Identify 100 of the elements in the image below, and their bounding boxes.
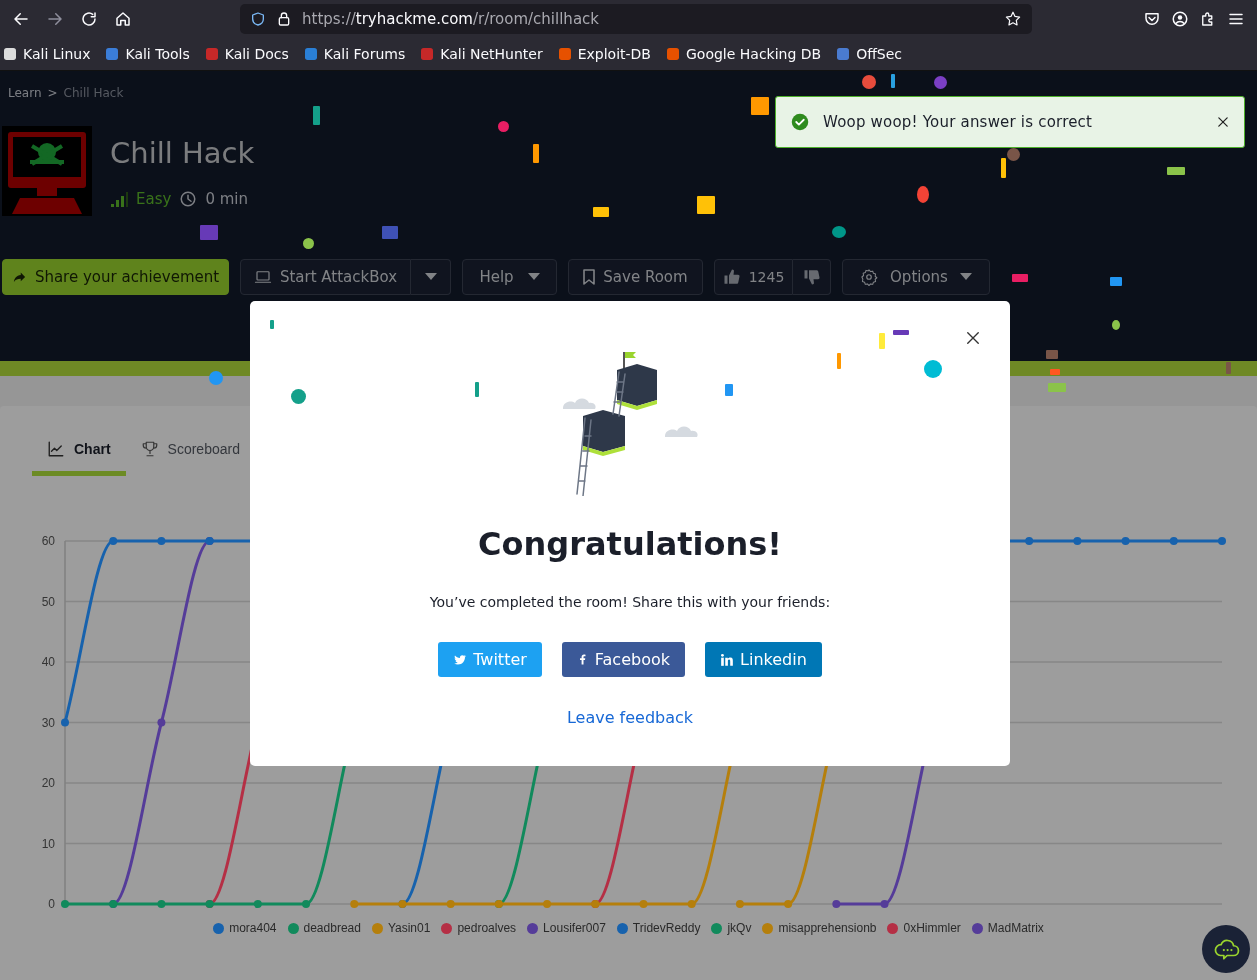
axis-label: 20 (41, 776, 55, 790)
confetti-piece (270, 320, 274, 329)
confetti-piece (593, 207, 609, 217)
bookmark-link[interactable]: OffSec (835, 46, 903, 62)
reload-icon[interactable] (80, 10, 98, 28)
confetti-piece (891, 74, 895, 88)
share-button[interactable]: Facebook (561, 642, 685, 677)
help-button[interactable]: Help (462, 259, 557, 295)
bird-icon (453, 652, 468, 667)
pocket-icon[interactable] (1143, 10, 1161, 28)
bookmark-link[interactable]: Kali Tools (104, 46, 190, 62)
close-button[interactable] (1218, 117, 1228, 127)
duration-label: 0 min (205, 190, 248, 208)
axis-label: 0 (48, 897, 55, 911)
axis-label: 10 (41, 836, 55, 851)
axis-label: 30 (41, 715, 55, 730)
legend-label[interactable]: MadMatrix (987, 921, 1044, 935)
bookmark-link[interactable]: Exploit-DB (556, 46, 651, 62)
dialog-message: You’ve completed the room! Share this with your friends: (429, 593, 831, 612)
legend-label[interactable]: jkQv (727, 921, 752, 935)
close-button[interactable] (966, 331, 980, 345)
bookmark-link[interactable]: Kali Linux (2, 46, 91, 62)
axis-label: 40 (41, 655, 55, 669)
lock-icon (276, 11, 292, 27)
bookmark-link[interactable]: Google Hacking DB (665, 46, 822, 62)
confetti-piece (725, 384, 733, 396)
legend-label[interactable]: 0xHimmler (903, 921, 961, 935)
bookmark-link[interactable]: Kali Forums (302, 46, 406, 62)
confetti-piece (313, 106, 320, 125)
close-icon (1218, 117, 1228, 127)
legend-label[interactable]: deadbread (303, 921, 361, 935)
bookmark-icon (835, 46, 852, 62)
bookmark-link[interactable]: Kali Docs (203, 46, 289, 62)
bookmark-icon (419, 46, 436, 62)
confetti-piece (1046, 350, 1058, 359)
dislike-button[interactable] (793, 259, 831, 295)
forward-icon[interactable] (46, 10, 64, 28)
confetti-piece (837, 353, 841, 369)
confetti-piece (303, 238, 314, 249)
back-icon[interactable] (12, 10, 30, 28)
legend-label[interactable]: Yasin01 (387, 921, 431, 935)
account-icon[interactable] (1171, 10, 1189, 28)
confetti-piece (879, 333, 885, 349)
linkedin-icon (720, 652, 734, 667)
shield-icon (250, 11, 266, 27)
dropdown-button[interactable] (411, 259, 451, 295)
breadcrumb-link[interactable]: Learn (8, 85, 42, 101)
check-circle-icon (791, 113, 809, 131)
laptop-icon (253, 268, 272, 286)
legend-label[interactable]: Lousifer007 (543, 921, 606, 935)
axis-label: 60 (41, 534, 55, 548)
gear-icon (860, 268, 879, 286)
caret-icon (959, 273, 972, 281)
feedback-link[interactable]: Leave feedback (566, 708, 694, 727)
room-title: Chill Hack (110, 135, 255, 172)
confetti-piece (1110, 277, 1122, 286)
difficulty-bars-icon (110, 191, 128, 207)
toast-message: Woop woop! Your answer is correct (823, 113, 1094, 131)
close-icon (966, 331, 980, 345)
thumbs-down-icon (802, 268, 821, 286)
bookmark-link[interactable]: Kali NetHunter (419, 46, 543, 62)
home-icon[interactable] (114, 10, 132, 28)
bookmark-icon (665, 46, 681, 62)
save-room-button[interactable]: Save Room (568, 259, 703, 295)
confetti-piece (1167, 167, 1185, 175)
tab[interactable]: Scoreboard (125, 430, 255, 476)
confetti-piece (697, 196, 715, 214)
confetti-piece (1048, 383, 1066, 392)
bookmark-icon (556, 46, 573, 62)
bookmark-icon (302, 46, 319, 62)
confetti-piece (382, 226, 398, 239)
bookmark-icon (203, 46, 220, 62)
options-button[interactable]: Options (842, 259, 990, 295)
url-field[interactable]: https://tryhackme.com/r/room/chillhack (240, 4, 1032, 34)
star-icon[interactable] (1004, 10, 1022, 28)
confetti-piece (209, 371, 223, 385)
confetti-piece (498, 121, 509, 132)
confetti-piece (1226, 362, 1231, 374)
attackbox-button[interactable]: Start AttackBox (240, 259, 411, 295)
bookmark-icon (104, 46, 121, 62)
legend-label[interactable]: mora404 (229, 921, 277, 935)
axis-label: 50 (41, 594, 55, 609)
bookmark-icon (583, 269, 596, 285)
legend-label[interactable]: pedroalves (457, 921, 517, 935)
confetti-piece (475, 382, 479, 397)
dialog-title: Congratulations! (478, 526, 782, 562)
legend-label[interactable]: misapprehensionb (778, 921, 877, 935)
trophy-icon (140, 439, 159, 458)
difficulty-label: Easy (136, 190, 172, 208)
confetti-piece (200, 225, 218, 240)
thumbs-up-icon (722, 268, 741, 286)
like-button[interactable]: 1245 (714, 259, 793, 295)
clock-icon (179, 190, 198, 208)
confetti-piece (1050, 369, 1060, 375)
tab[interactable]: Chart (32, 430, 126, 476)
share-button[interactable]: Twitter (438, 642, 542, 677)
legend-label[interactable]: TridevReddy (632, 921, 701, 935)
share-button[interactable]: Linkedin (705, 642, 822, 677)
share-button[interactable]: Share your achievement (2, 259, 229, 295)
confetti-piece (1112, 320, 1120, 330)
